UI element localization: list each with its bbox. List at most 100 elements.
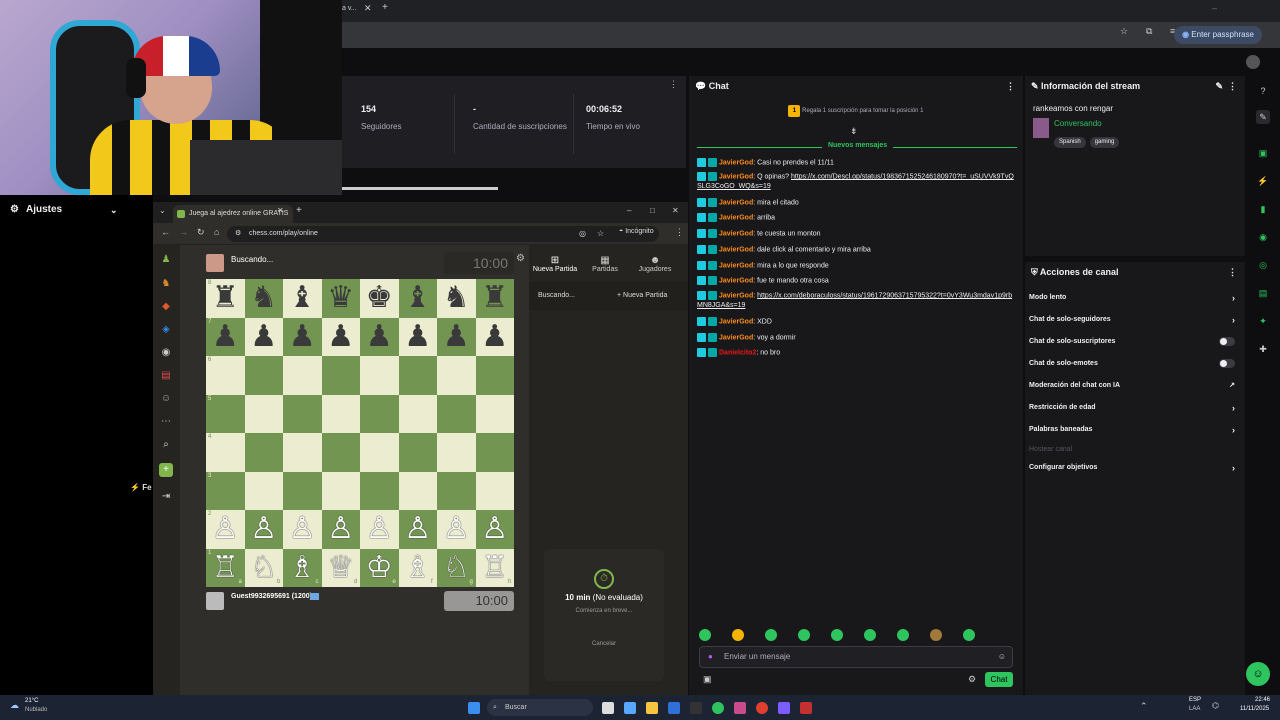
weather-temp[interactable]: 21°C [25,698,38,704]
new-game-link[interactable]: + Nueva Partida [617,292,667,299]
chat-username[interactable]: Danielcito2 [719,349,756,356]
badge-icon[interactable] [697,348,706,357]
chat-username[interactable]: JavierGod [719,246,753,253]
board-square[interactable] [321,356,360,395]
chevron-up-icon[interactable]: ⌃ [1140,701,1148,712]
tab-players[interactable]: ☻ Jugadores [630,255,680,273]
board-square[interactable] [360,471,399,510]
settings-section[interactable]: ⚙ Ajustes ⌄ [0,198,130,222]
badge-icon[interactable] [697,158,706,167]
assistant-bubble-icon[interactable]: ☺ [1246,662,1270,686]
watch-icon[interactable]: ◉ [159,346,173,360]
badge-icon[interactable] [697,229,706,238]
badge-icon[interactable] [697,172,706,181]
chess-tab[interactable]: Juega al ajedrez online GRATIS [173,205,293,223]
emote-icon[interactable] [831,629,843,641]
white-piece[interactable]: ♙ [476,510,515,549]
close-window-icon[interactable]: ✕ [672,206,679,215]
board-square[interactable] [475,356,514,395]
maximize-icon[interactable]: □ [650,206,655,215]
star-icon[interactable]: ☆ [1120,26,1128,37]
avatar[interactable] [1246,55,1260,69]
board-square[interactable] [475,471,514,510]
board-square[interactable] [360,356,399,395]
more-icon[interactable]: ⋯ [159,415,173,429]
eye-off-icon[interactable]: ◎ [579,226,586,242]
emote-icon[interactable] [963,629,975,641]
browser-menu-icon[interactable]: ⋮ [675,227,684,238]
black-piece[interactable]: ♝ [283,279,322,318]
black-piece[interactable]: ♜ [476,279,515,318]
store-icon[interactable] [690,702,702,714]
chrome-icon[interactable] [712,702,724,714]
board-square[interactable] [398,394,437,433]
learn-icon[interactable]: ◈ [159,323,173,337]
left-partial-item[interactable]: ⚡ Fe [130,478,153,498]
black-piece[interactable]: ♛ [322,279,361,318]
taskbar-search[interactable]: ⌕ Buscar [487,699,593,716]
board-square[interactable] [321,433,360,472]
badge-icon[interactable] [708,172,717,181]
app-icon[interactable] [734,702,746,714]
chess-logo-icon[interactable]: ♟ [159,253,173,267]
black-piece[interactable]: ♟ [245,318,284,357]
network-icon[interactable]: ⌬ [1212,701,1219,710]
search-icon[interactable]: ⌕ [159,438,173,452]
white-piece[interactable]: ♙ [245,510,284,549]
emoji-icon[interactable]: ☺ [998,647,1006,667]
extensions-icon[interactable]: ✚ [1256,342,1270,356]
emote-icon[interactable] [798,629,810,641]
cancel-button[interactable]: Cancelar [544,641,664,647]
gift-icon[interactable]: ▣ [703,674,712,685]
badge-icon[interactable] [697,198,706,207]
board-square[interactable] [321,394,360,433]
toggle-switch[interactable] [1219,359,1235,368]
tab-title-partial[interactable]: a v... [342,5,357,12]
board-square[interactable] [206,433,245,472]
language-indicator[interactable]: ESP [1189,697,1201,703]
clip-icon[interactable]: ▣ [1256,146,1270,160]
social-icon[interactable]: ☺ [159,392,173,406]
send-chat-button[interactable]: Chat [985,672,1013,687]
badge-icon[interactable] [708,245,717,254]
emote-icon[interactable] [765,629,777,641]
chat-bubble-icon[interactable]: ◉ [1256,230,1270,244]
badge-icon[interactable] [708,276,717,285]
emote-icon[interactable] [897,629,909,641]
board-square[interactable] [244,471,283,510]
close-tab-icon[interactable]: ✕ [364,3,372,14]
badge-icon[interactable] [697,291,706,300]
more-options-icon[interactable]: ⋮ [669,79,678,90]
white-piece[interactable]: ♙ [399,510,438,549]
board-square[interactable] [398,356,437,395]
chat-username[interactable]: JavierGod [719,199,753,206]
board-square[interactable] [398,433,437,472]
badge-icon[interactable] [708,158,717,167]
tab-games[interactable]: ▦ Partidas [580,255,630,273]
board-square[interactable] [244,433,283,472]
white-piece[interactable]: ♙ [206,510,245,549]
enter-passphrase-button[interactable]: ◉ Enter passphrase [1174,26,1262,44]
minimize-icon[interactable]: – [627,206,631,215]
white-piece[interactable]: ♙ [283,510,322,549]
category-link[interactable]: Conversando [1054,119,1102,128]
board-square[interactable] [244,356,283,395]
chat-username[interactable]: JavierGod [719,262,753,269]
windows-start-icon[interactable] [468,702,480,714]
board-square[interactable] [206,471,245,510]
channel-action-item[interactable]: Chat de solo-seguidores › [1029,309,1239,331]
black-piece[interactable]: ♟ [206,318,245,357]
board-square[interactable] [437,433,476,472]
channel-action-item[interactable]: Modo lento › [1029,287,1239,309]
discord-icon[interactable] [778,702,790,714]
broadcast-icon[interactable]: ◎ [1256,258,1270,272]
channel-action-item[interactable]: Palabras baneadas › [1029,419,1239,441]
browser-url-bar[interactable]: ☆ ⧉ ≡ ◉ Enter passphrase [342,22,1280,48]
black-piece[interactable]: ♟ [476,318,515,357]
gift-sub-banner[interactable]: 1 Regala 1 suscripción para tomar la pos… [689,102,1023,120]
board-square[interactable] [206,394,245,433]
reload-icon[interactable]: ↻ [197,227,205,238]
tab-list-icon[interactable]: ⌄ [159,206,166,215]
star-icon[interactable]: ☆ [597,226,604,242]
edit-icon[interactable]: ✎ [1215,76,1223,96]
